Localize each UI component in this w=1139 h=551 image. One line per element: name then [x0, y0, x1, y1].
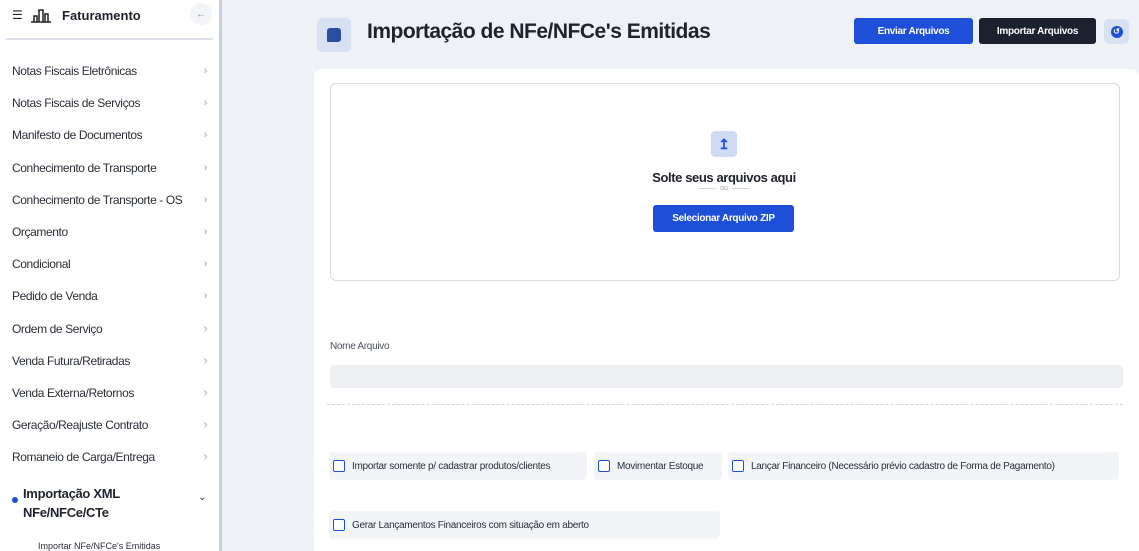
sidebar-item-label: Conhecimento de Transporte [12, 160, 157, 175]
chevron-right-icon: › [203, 193, 208, 206]
chevron-right-icon: › [203, 161, 208, 174]
chevron-right-icon: › [203, 451, 208, 464]
checkbox[interactable] [333, 519, 345, 531]
checkbox[interactable] [732, 460, 744, 472]
sidebar-item-romaneio-carga[interactable]: Romaneio de Carga/Entrega › [0, 441, 219, 473]
sidebar-item-label: Pedido de Venda [12, 289, 98, 304]
page-title: Importação de NFe/NFCe's Emitidas [367, 20, 711, 43]
option-post-financial[interactable]: Lançar Financeiro (Necessário prévio cad… [728, 452, 1119, 480]
select-zip-button[interactable]: Selecionar Arquivo ZIP [653, 205, 794, 232]
sidebar-item-venda-externa[interactable]: Venda Externa/Retornos › [0, 377, 219, 409]
or-text: ou [720, 185, 728, 192]
sidebar-group-label: Importação XML NFe/NFCe/CTe [23, 486, 120, 520]
or-separator: ou [694, 185, 754, 192]
option-import-register-only[interactable]: Importar somente p/ cadastrar produtos/c… [329, 452, 587, 480]
sidebar: ☰ Faturamento ← Notas Fiscais Eletrônica… [0, 0, 222, 551]
chevron-right-icon: › [203, 97, 208, 110]
chevron-right-icon: › [203, 322, 208, 335]
billing-chart-icon [30, 7, 52, 23]
sidebar-item-venda-futura[interactable]: Venda Futura/Retiradas › [0, 345, 219, 377]
option-open-financial-entries[interactable]: Gerar Lançamentos Financeiros com situaç… [329, 511, 720, 539]
sidebar-item-label: Venda Externa/Retornos [12, 385, 134, 400]
chevron-right-icon: › [203, 290, 208, 303]
sidebar-item-label: Manifesto de Documentos [12, 128, 143, 143]
sidebar-item-condicional[interactable]: Condicional › [0, 248, 219, 280]
sidebar-item-label: Romaneio de Carga/Entrega [12, 450, 155, 465]
sidebar-subitem-importar-emitidas[interactable]: Importar NFe/NFCe's Emitidas [38, 541, 160, 551]
sidebar-item-reajuste-contrato[interactable]: Geração/Reajuste Contrato › [0, 409, 219, 441]
sidebar-item-ordem-servico[interactable]: Ordem de Serviço › [0, 313, 219, 345]
sidebar-item-conhecimento-transporte[interactable]: Conhecimento de Transporte › [0, 152, 219, 184]
sidebar-header: ☰ Faturamento ← [0, 0, 219, 30]
sidebar-item-notas-fiscais-servicos[interactable]: Notas Fiscais de Serviços › [0, 87, 219, 119]
send-files-button[interactable]: Enviar Arquivos [854, 18, 973, 44]
chevron-right-icon: › [203, 419, 208, 432]
sidebar-menu: Notas Fiscais Eletrônicas › Notas Fiscais… [0, 55, 219, 473]
sidebar-item-orcamento[interactable]: Orçamento › [0, 216, 219, 248]
sidebar-item-manifesto-documentos[interactable]: Manifesto de Documentos › [0, 119, 219, 151]
upload-icon: ↥ [711, 131, 737, 157]
option-label: Importar somente p/ cadastrar produtos/c… [352, 460, 551, 472]
sidebar-item-label: Orçamento [12, 225, 68, 240]
undo-icon: ↺ [1110, 25, 1123, 38]
sidebar-item-pedido-venda[interactable]: Pedido de Venda › [0, 280, 219, 312]
chevron-right-icon: › [203, 65, 208, 78]
import-files-button[interactable]: Importar Arquivos [979, 18, 1096, 44]
sidebar-item-label: Geração/Reajuste Contrato [12, 418, 149, 433]
sidebar-item-conhecimento-transporte-os[interactable]: Conhecimento de Transporte - OS › [0, 184, 219, 216]
option-label: Movimentar Estoque [617, 460, 704, 472]
undo-button[interactable]: ↺ [1104, 19, 1129, 44]
option-label: Lançar Financeiro (Necessário prévio cad… [751, 460, 1055, 472]
dropzone-text: Solte seus arquivos aqui [652, 170, 796, 185]
chevron-right-icon: › [203, 386, 208, 399]
sidebar-item-label: Notas Fiscais de Serviços [12, 96, 141, 111]
checkbox[interactable] [598, 460, 610, 472]
sidebar-item-label: Venda Futura/Retiradas [12, 353, 130, 368]
section-divider [327, 404, 1123, 405]
sidebar-title: Faturamento [62, 7, 141, 23]
document-icon [317, 18, 351, 52]
chevron-right-icon: › [203, 129, 208, 142]
sidebar-item-label: Conhecimento de Transporte - OS [12, 192, 183, 207]
active-dot-icon [12, 497, 18, 503]
menu-icon[interactable]: ☰ [12, 8, 26, 22]
filename-field[interactable] [330, 365, 1123, 388]
sidebar-divider [6, 38, 213, 40]
option-label: Gerar Lançamentos Financeiros com situaç… [352, 519, 589, 531]
chevron-right-icon: › [203, 226, 208, 239]
option-move-stock[interactable]: Movimentar Estoque [594, 452, 722, 480]
sidebar-item-notas-fiscais-eletronicas[interactable]: Notas Fiscais Eletrônicas › [0, 55, 219, 87]
checkbox[interactable] [333, 460, 345, 472]
chevron-right-icon: › [203, 354, 208, 367]
collapse-sidebar-button[interactable]: ← [190, 3, 212, 25]
sidebar-item-label: Condicional [12, 257, 71, 272]
sidebar-item-label: Ordem de Serviço [12, 321, 103, 336]
chevron-right-icon: › [203, 258, 208, 271]
sidebar-item-label: Notas Fiscais Eletrônicas [12, 64, 137, 79]
filename-label: Nome Arquivo [330, 341, 390, 352]
chevron-down-icon: ⌄ [198, 492, 207, 503]
